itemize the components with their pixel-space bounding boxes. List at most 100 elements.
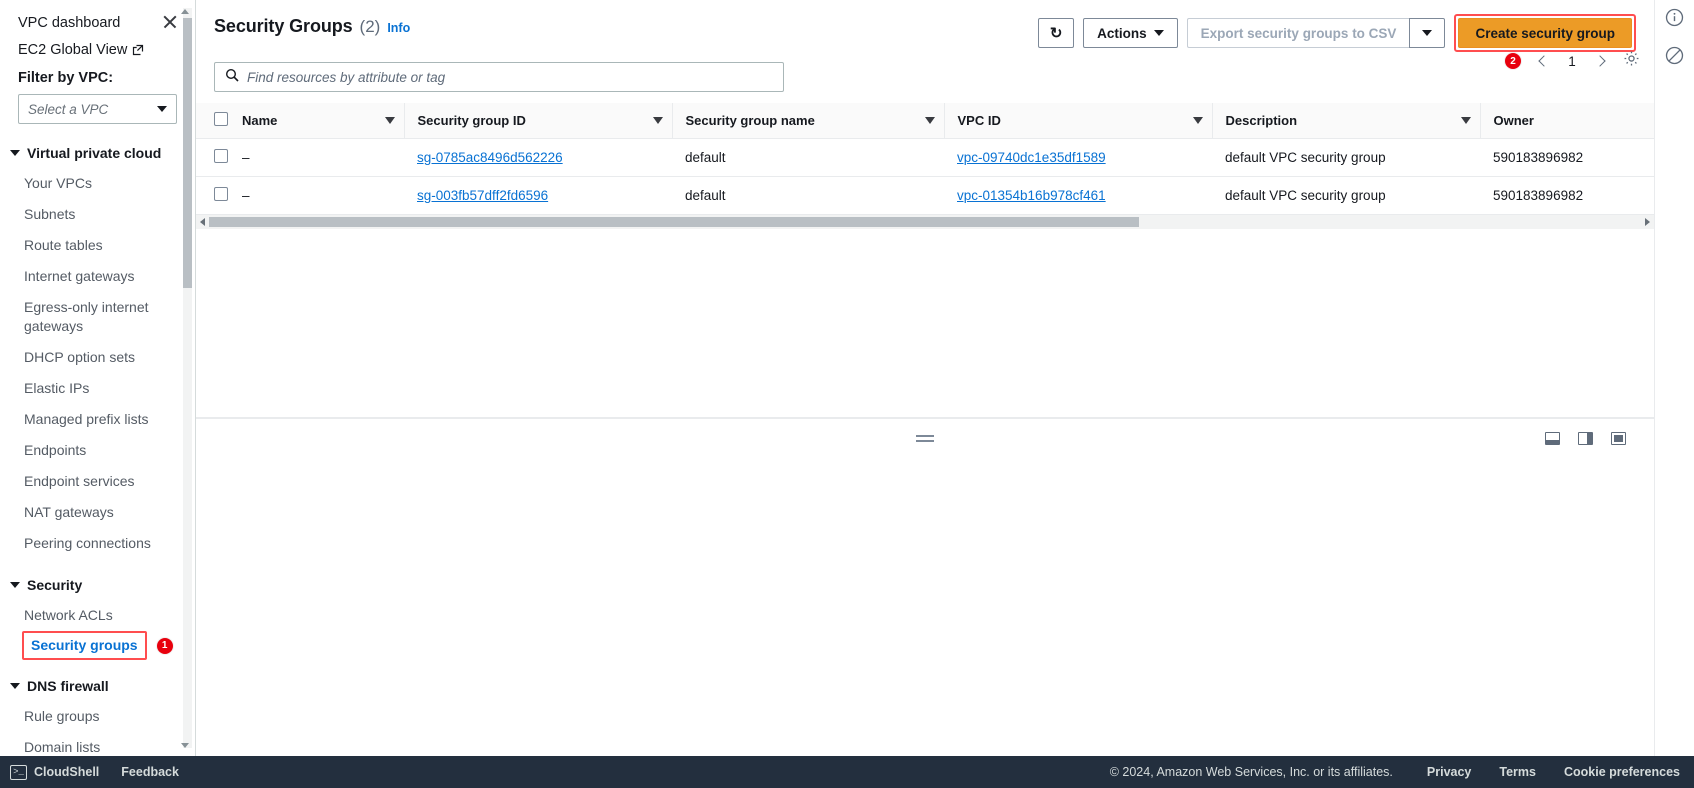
terms-link[interactable]: Terms — [1499, 765, 1536, 779]
table-row[interactable]: – sg-0785ac8496d562226 default vpc-09740… — [196, 138, 1654, 177]
export-csv-button[interactable]: Export security groups to CSV — [1186, 18, 1410, 48]
security-group-id-link[interactable]: sg-003fb57dff2fd6596 — [417, 188, 548, 203]
sidebar-item-ec2-global-view[interactable]: EC2 Global View — [18, 42, 127, 58]
column-header-security-group-id[interactable]: Security group ID — [403, 103, 672, 139]
panel-full-icon[interactable] — [1611, 432, 1626, 445]
table-horizontal-scrollbar[interactable] — [196, 215, 1654, 229]
vpc-select[interactable]: Select a VPC — [18, 94, 177, 124]
close-icon[interactable] — [161, 13, 179, 31]
sidebar-title[interactable]: VPC dashboard — [18, 13, 120, 33]
column-header-vpc-id[interactable]: VPC ID — [943, 103, 1212, 139]
info-circle-icon[interactable] — [1665, 8, 1685, 28]
pagination-prev-button[interactable] — [1531, 48, 1557, 74]
sort-icon[interactable] — [652, 117, 663, 124]
sidebar-item-peering-connections[interactable]: Peering connections — [0, 528, 195, 559]
ec2-global-view-row[interactable]: EC2 Global View — [0, 33, 195, 58]
sidebar-item-elastic-ips[interactable]: Elastic IPs — [0, 373, 195, 404]
export-dropdown-button[interactable] — [1409, 18, 1446, 48]
panel-side-icon[interactable] — [1578, 432, 1593, 445]
panel-header: Security Groups (2) Info ↻ Actions Expor… — [196, 0, 1654, 52]
column-label: Owner — [1493, 113, 1534, 128]
cell-security-group-name: default — [672, 176, 944, 215]
sidebar-group-security[interactable]: Security — [0, 570, 195, 600]
actions-button[interactable]: Actions — [1083, 18, 1178, 48]
select-all-checkbox[interactable] — [214, 112, 228, 126]
gear-icon[interactable] — [1623, 50, 1640, 72]
column-label: VPC ID — [957, 113, 1001, 128]
drag-handle-icon[interactable] — [916, 435, 934, 442]
sidebar-group-label: Security — [27, 577, 83, 593]
sidebar-group-virtual-private-cloud[interactable]: Virtual private cloud — [0, 138, 195, 168]
sidebar-item-egress-only-internet-gateways[interactable]: Egress-only internet gateways — [0, 292, 195, 342]
sidebar-scroll-thumb[interactable] — [183, 18, 192, 288]
column-header-security-group-name[interactable]: Security group name — [671, 103, 944, 139]
table-body: – sg-0785ac8496d562226 default vpc-09740… — [196, 138, 1654, 215]
row-checkbox[interactable] — [214, 149, 228, 163]
column-header-owner[interactable]: Owner — [1479, 103, 1654, 139]
sidebar-scrollbar[interactable] — [180, 6, 192, 750]
sidebar-item-managed-prefix-lists[interactable]: Managed prefix lists — [0, 404, 195, 435]
column-label: Description — [1225, 113, 1298, 128]
security-groups-table-wrap: Name Security group ID Security group na… — [196, 103, 1654, 215]
sidebar-group-label: DNS firewall — [27, 678, 109, 694]
scroll-left-icon[interactable] — [196, 215, 209, 229]
select-all-cell — [196, 103, 242, 139]
vpc-id-link[interactable]: vpc-09740dc1e35df1589 — [957, 150, 1106, 165]
sort-icon[interactable] — [1460, 117, 1471, 124]
search-input[interactable]: Find resources by attribute or tag — [214, 62, 784, 92]
scroll-up-icon[interactable] — [180, 6, 189, 16]
privacy-link[interactable]: Privacy — [1427, 765, 1471, 779]
no-entry-icon[interactable] — [1665, 46, 1685, 66]
refresh-button[interactable]: ↻ — [1038, 18, 1075, 48]
sort-icon[interactable] — [1192, 117, 1203, 124]
external-link-icon — [132, 44, 144, 56]
row-checkbox[interactable] — [214, 187, 228, 201]
sidebar-item-route-tables[interactable]: Route tables — [0, 230, 195, 261]
sidebar-item-domain-lists[interactable]: Domain lists — [0, 732, 195, 756]
sidebar-item-rule-groups[interactable]: Rule groups — [0, 701, 195, 732]
horizontal-scroll-thumb[interactable] — [209, 217, 1139, 227]
vpc-id-link[interactable]: vpc-01354b16b978cf461 — [957, 188, 1106, 203]
cookie-preferences-link[interactable]: Cookie preferences — [1564, 765, 1680, 779]
resource-count: (2) — [359, 17, 381, 36]
copyright-text: © 2024, Amazon Web Services, Inc. or its… — [1109, 765, 1393, 779]
cell-security-group-name: default — [672, 138, 944, 177]
feedback-link[interactable]: Feedback — [121, 765, 179, 779]
scroll-right-icon[interactable] — [1641, 215, 1654, 229]
cloudshell-label: CloudShell — [34, 765, 100, 779]
info-link[interactable]: Info — [387, 21, 410, 35]
page-title: Security Groups — [214, 16, 353, 36]
chevron-down-icon — [10, 150, 20, 156]
security-group-id-link[interactable]: sg-0785ac8496d562226 — [417, 150, 563, 165]
sort-icon[interactable] — [384, 117, 395, 124]
table-row[interactable]: – sg-003fb57dff2fd6596 default vpc-01354… — [196, 176, 1654, 215]
create-security-group-button[interactable]: Create security group — [1458, 18, 1632, 48]
chevron-down-icon — [10, 582, 20, 588]
column-header-description[interactable]: Description — [1211, 103, 1480, 139]
create-security-group-label: Create security group — [1475, 25, 1615, 41]
chevron-down-icon — [1153, 30, 1164, 36]
sidebar-item-subnets[interactable]: Subnets — [0, 199, 195, 230]
panel-bottom-icon[interactable] — [1545, 432, 1560, 445]
sidebar-item-endpoint-services[interactable]: Endpoint services — [0, 466, 195, 497]
pagination-next-button[interactable] — [1587, 48, 1613, 74]
sidebar-item-your-vpcs[interactable]: Your VPCs — [0, 168, 195, 199]
actions-button-label: Actions — [1097, 25, 1147, 41]
sort-icon[interactable] — [924, 117, 935, 124]
table-empty-area — [196, 229, 1654, 411]
sidebar-item-security-groups[interactable]: Security groups — [22, 631, 147, 660]
sidebar-item-nat-gateways[interactable]: NAT gateways — [0, 497, 195, 528]
column-header-name[interactable]: Name — [242, 103, 404, 139]
sidebar: VPC dashboard EC2 Global View Filter by … — [0, 0, 196, 756]
page-number[interactable]: 1 — [1567, 54, 1577, 69]
scroll-down-icon[interactable] — [180, 740, 189, 750]
sidebar-item-endpoints[interactable]: Endpoints — [0, 435, 195, 466]
sidebar-group-dns-firewall[interactable]: DNS firewall — [0, 671, 195, 701]
cell-description: default VPC security group — [1212, 176, 1480, 215]
sidebar-item-network-acls[interactable]: Network ACLs — [0, 600, 195, 631]
footer-left: >_ CloudShell Feedback — [10, 764, 179, 780]
sidebar-item-internet-gateways[interactable]: Internet gateways — [0, 261, 195, 292]
sidebar-item-dhcp-option-sets[interactable]: DHCP option sets — [0, 342, 195, 373]
terminal-icon: >_ — [10, 764, 27, 780]
cloudshell-button[interactable]: >_ CloudShell — [10, 764, 100, 780]
